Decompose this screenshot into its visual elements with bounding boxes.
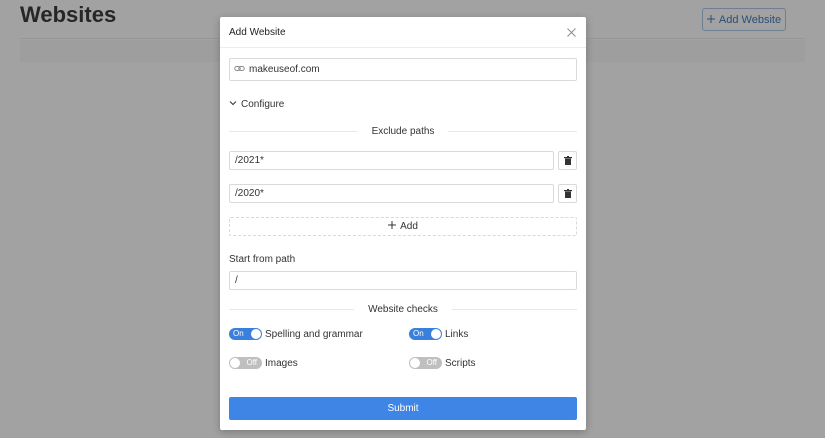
trash-icon — [563, 152, 572, 170]
check-scripts: Off Scripts — [409, 357, 476, 369]
exclude-path-field-1[interactable] — [229, 151, 554, 170]
configure-toggle[interactable]: Configure — [229, 99, 284, 110]
exclude-path-input-1[interactable] — [235, 155, 553, 166]
scripts-toggle[interactable]: Off — [409, 357, 442, 369]
modal-title: Add Website — [229, 26, 286, 38]
check-spelling-grammar: On Spelling and grammar — [229, 328, 363, 340]
add-path-button[interactable]: Add — [229, 217, 577, 236]
plus-icon — [388, 221, 397, 232]
exclude-paths-divider: Exclude paths — [229, 126, 578, 137]
add-path-label: Add — [400, 221, 418, 232]
configure-label: Configure — [241, 99, 285, 110]
plus-icon — [706, 14, 715, 26]
start-from-path-field[interactable] — [229, 271, 577, 290]
check-label: Links — [445, 328, 469, 340]
chevron-down-icon — [229, 99, 237, 110]
check-label: Scripts — [445, 357, 476, 369]
exclude-path-input-2[interactable] — [235, 188, 553, 199]
exclude-path-field-2[interactable] — [229, 184, 554, 203]
delete-path-button-1[interactable] — [558, 151, 577, 170]
toggle-state: On — [413, 329, 424, 338]
website-checks-divider: Website checks — [229, 304, 577, 315]
add-website-label: Add Website — [718, 13, 782, 26]
add-website-button[interactable]: Add Website — [702, 8, 786, 31]
submit-button[interactable]: Submit — [229, 397, 577, 420]
check-label: Images — [265, 357, 298, 369]
check-label: Spelling and grammar — [265, 328, 363, 340]
start-from-path-label: Start from path — [229, 254, 296, 265]
start-from-path-input[interactable] — [235, 275, 576, 286]
delete-path-button-2[interactable] — [558, 184, 577, 203]
add-website-modal: Add Website Configure Exclude paths — [220, 17, 586, 430]
page-title: Websites — [20, 2, 117, 27]
spelling-grammar-toggle[interactable]: On — [229, 328, 262, 340]
check-links: On Links — [409, 328, 468, 340]
exclude-paths-heading: Exclude paths — [371, 126, 435, 137]
url-field[interactable] — [229, 58, 577, 81]
toggle-state: On — [233, 329, 244, 338]
links-toggle[interactable]: On — [409, 328, 442, 340]
toggle-state: Off — [426, 358, 437, 367]
modal-header: Add Website — [220, 17, 586, 48]
link-icon — [234, 61, 245, 79]
check-images: Off Images — [229, 357, 298, 369]
website-checks-heading: Website checks — [368, 304, 438, 315]
toggle-state: Off — [246, 358, 257, 367]
close-icon[interactable] — [565, 26, 577, 38]
url-input[interactable] — [249, 64, 576, 75]
trash-icon — [563, 185, 572, 203]
images-toggle[interactable]: Off — [229, 357, 262, 369]
